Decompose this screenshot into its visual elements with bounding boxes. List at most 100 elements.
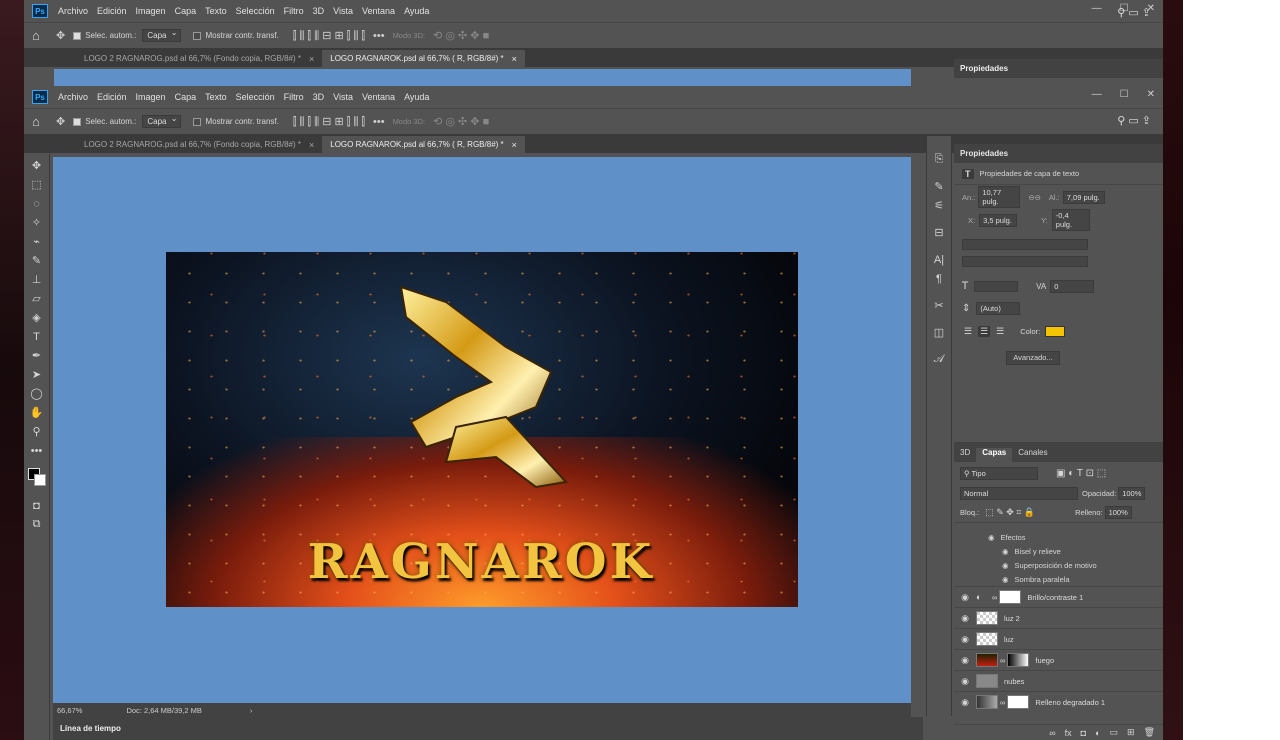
home-icon[interactable]: ⌂: [32, 28, 40, 43]
menu-3d[interactable]: 3D: [313, 92, 325, 102]
font-family-dropdown[interactable]: [962, 239, 1088, 250]
menu-item[interactable]: Vista: [333, 6, 353, 16]
layer-filter-dropdown[interactable]: ⚲ Tipo: [960, 466, 1038, 480]
transform-checkbox[interactable]: [193, 117, 202, 126]
tool-presets-icon[interactable]: ✂: [927, 296, 951, 315]
pen-tool-icon[interactable]: ✒: [24, 346, 49, 365]
marquee-tool-icon[interactable]: ⬚: [24, 175, 49, 194]
menu-capa[interactable]: Capa: [175, 92, 197, 102]
tab-canales[interactable]: Canales: [1012, 448, 1053, 462]
menu-seleccion[interactable]: Selección: [236, 92, 275, 102]
menu-item[interactable]: Imagen: [136, 6, 166, 16]
color-swatches[interactable]: [24, 460, 49, 496]
fill-field[interactable]: 100%: [1104, 505, 1132, 519]
ellipse-tool-icon[interactable]: ◯: [24, 384, 49, 403]
adjustments-icon[interactable]: ⚟: [927, 196, 951, 215]
new-layer-icon[interactable]: ⊞: [1127, 727, 1135, 738]
menu-item[interactable]: Selección: [236, 6, 275, 16]
new-group-icon[interactable]: ▭: [1110, 727, 1119, 738]
tab-3d[interactable]: 3D: [954, 448, 976, 462]
screen-mode-icon[interactable]: ⧉: [24, 515, 49, 534]
document-tab-active[interactable]: LOGO RAGNAROK.psd al 66,7% ( R, RGB/8#) …: [322, 50, 525, 67]
move-tool-icon[interactable]: ✥: [56, 115, 65, 128]
zoom-tool-icon[interactable]: ⚲: [24, 422, 49, 441]
background-color[interactable]: [34, 474, 46, 486]
height-field[interactable]: 7,09 pulg.: [1062, 190, 1105, 204]
paint-bucket-icon[interactable]: ◈: [24, 308, 49, 327]
layer-row[interactable]: ◉ ◐ ∞ Brillo/contraste 1: [954, 586, 1163, 607]
menu-item[interactable]: Texto: [205, 6, 227, 16]
lock-icons[interactable]: ⬚ ✎ ✥ ⌗ 🔒: [985, 507, 1035, 518]
document-tab[interactable]: LOGO 2 RAGNAROG.psd al 66,7% (Fondo copi…: [76, 50, 322, 67]
autoselect-dropdown[interactable]: Capa: [142, 114, 182, 128]
menu-filtro[interactable]: Filtro: [284, 92, 304, 102]
status-arrow-icon[interactable]: ›: [250, 706, 253, 715]
3d-tools-icons[interactable]: ⟲ ◎ ✣ ✥ ■: [433, 29, 489, 42]
layer-row[interactable]: ◉ nubes: [954, 670, 1163, 691]
align-center-icon[interactable]: ☰: [978, 325, 991, 337]
menu-ayuda[interactable]: Ayuda: [404, 92, 429, 102]
layer-row[interactable]: ◉ ∞ Relleno degradado 1: [954, 691, 1163, 712]
menu-item[interactable]: Capa: [175, 6, 197, 16]
menu-item[interactable]: Edición: [97, 6, 127, 16]
new-adjustment-icon[interactable]: ◐: [1095, 728, 1100, 738]
add-mask-icon[interactable]: ◘: [1081, 728, 1086, 738]
autoselect-checkbox[interactable]: [73, 117, 82, 126]
menu-item[interactable]: 3D: [313, 6, 325, 16]
eraser-icon[interactable]: ▱: [24, 289, 49, 308]
align-icons[interactable]: ⫿ ⫼ ⫿ ⫼ ⊟ ⊞ ⫿ ⫼ ⫿: [293, 29, 365, 43]
filter-icons[interactable]: ▣ ◐ T ⊡ ⬚: [1056, 468, 1106, 479]
menu-texto[interactable]: Texto: [205, 92, 227, 102]
minimize-button[interactable]: —: [1092, 89, 1102, 100]
align-icons[interactable]: ⫿ ⫼ ⫿ ⫼ ⊟ ⊞ ⫿ ⫼ ⫿: [293, 115, 365, 129]
transform-checkbox[interactable]: [193, 31, 202, 40]
close-button[interactable]: ✕: [1147, 89, 1155, 100]
zoom-level[interactable]: 66,67%: [57, 706, 82, 715]
menu-item[interactable]: Ventana: [362, 6, 395, 16]
quick-mask-icon[interactable]: ◘: [24, 496, 49, 515]
path-selection-icon[interactable]: ➤: [24, 365, 49, 384]
tab-capas[interactable]: Capas: [976, 448, 1013, 462]
timeline-label[interactable]: Línea de tiempo: [60, 724, 121, 733]
document-tab-active[interactable]: LOGO RAGNAROK.psd al 66,7% ( R, RGB/8#) …: [322, 136, 525, 153]
libraries-icon[interactable]: ⊟: [927, 223, 951, 242]
layer-row[interactable]: ◉ luz: [954, 628, 1163, 649]
more-options-icon[interactable]: •••: [373, 30, 385, 42]
effects-header[interactable]: ◉ Efectos: [954, 530, 1163, 544]
advanced-button[interactable]: Avanzado...: [1006, 351, 1060, 365]
document-tab[interactable]: LOGO 2 RAGNAROG.psd al 66,7% (Fondo copi…: [76, 136, 322, 153]
move-tool-icon[interactable]: ✥: [24, 156, 49, 175]
menu-item[interactable]: Filtro: [284, 6, 304, 16]
menu-archivo[interactable]: Archivo: [58, 92, 88, 102]
leading-field[interactable]: (Auto): [976, 301, 1021, 315]
paragraph-icon[interactable]: ¶: [927, 269, 951, 288]
search-icon[interactable]: ⚲ ▭ ⇪: [1117, 114, 1151, 127]
more-tools-icon[interactable]: •••: [24, 441, 49, 460]
brush-icon[interactable]: ✎: [24, 251, 49, 270]
y-field[interactable]: -0,4 pulg.: [1051, 209, 1090, 231]
menu-item[interactable]: Ayuda: [404, 6, 429, 16]
search-icon[interactable]: ⚲ ▭ ⇪: [1117, 6, 1151, 19]
minimize-button[interactable]: —: [1092, 3, 1102, 14]
trash-icon[interactable]: 🗑: [1144, 727, 1155, 738]
maximize-button[interactable]: ☐: [1120, 89, 1129, 100]
font-style-dropdown[interactable]: [962, 256, 1088, 267]
width-field[interactable]: 10,77 pulg.: [978, 186, 1021, 208]
fx-icon[interactable]: fx: [1065, 728, 1072, 738]
menu-item[interactable]: Archivo: [58, 6, 88, 16]
effect-item[interactable]: ◉ Superposición de motivo: [954, 558, 1163, 572]
autoselect-checkbox[interactable]: [73, 31, 82, 40]
layer-row[interactable]: ◉ ∞ fuego: [954, 649, 1163, 670]
layer-row[interactable]: ◉ luz 2: [954, 607, 1163, 628]
character-icon[interactable]: A|: [927, 250, 951, 269]
move-tool-icon[interactable]: ✥: [56, 29, 65, 42]
font-size-field[interactable]: [974, 280, 1019, 292]
effect-item[interactable]: ◉ Sombra paralela: [954, 572, 1163, 586]
type-tool-icon[interactable]: T: [24, 327, 49, 346]
hand-tool-icon[interactable]: ✋: [24, 403, 49, 422]
menu-imagen[interactable]: Imagen: [136, 92, 166, 102]
x-field[interactable]: 3,5 pulg.: [979, 213, 1018, 227]
autoselect-dropdown[interactable]: Capa: [142, 28, 182, 42]
document-image[interactable]: RAGNAROK: [166, 252, 798, 607]
more-options-icon[interactable]: •••: [373, 116, 385, 128]
